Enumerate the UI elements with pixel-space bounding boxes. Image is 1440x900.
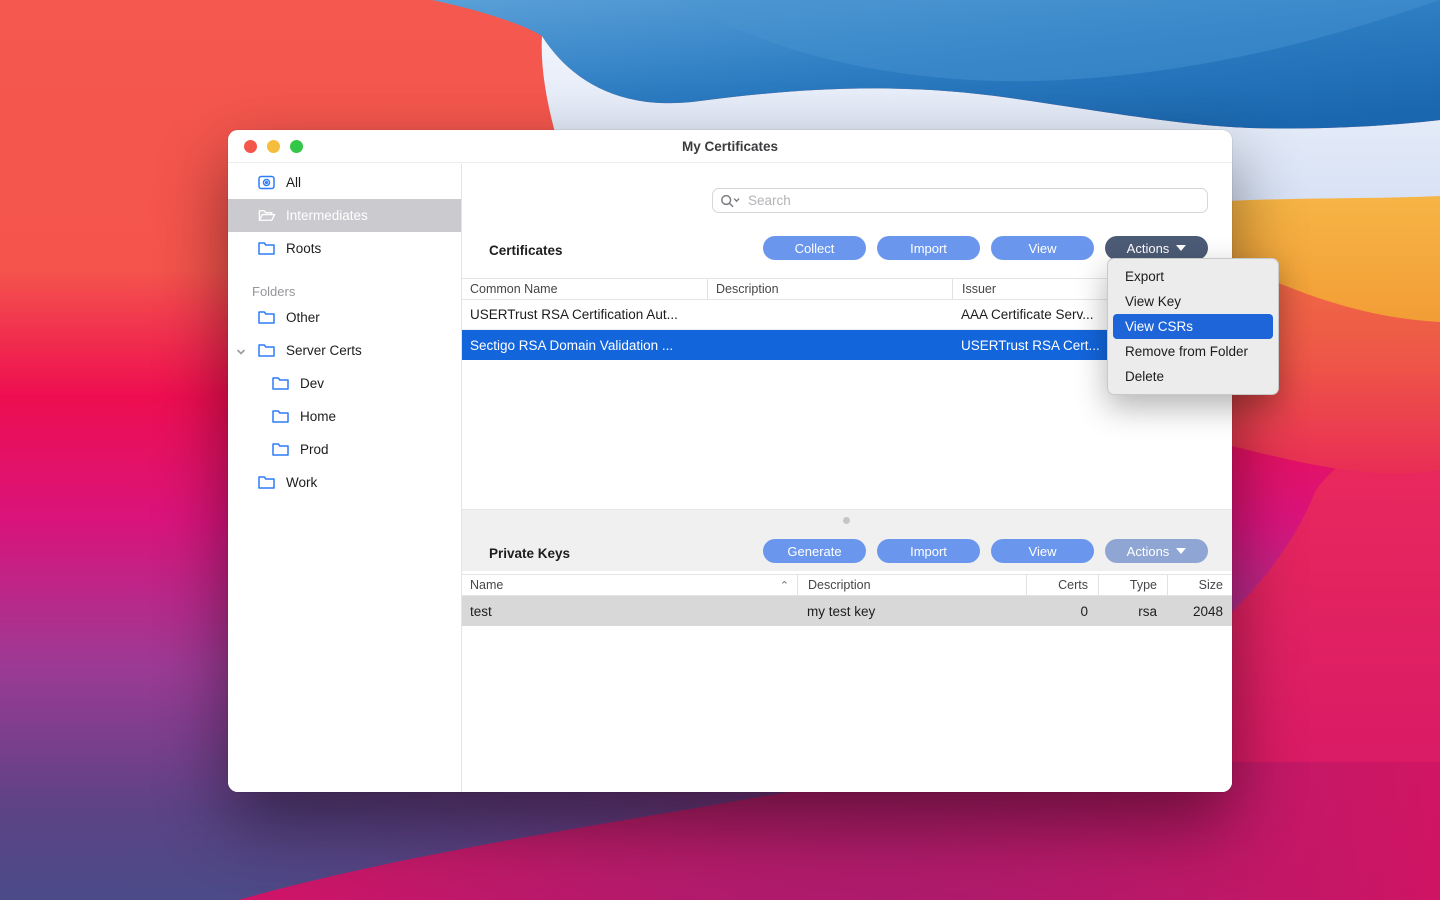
folder-icon bbox=[272, 442, 290, 457]
chevron-down-icon[interactable] bbox=[236, 345, 245, 354]
menu-item-export[interactable]: Export bbox=[1113, 264, 1273, 289]
search-input[interactable] bbox=[742, 189, 1207, 212]
sidebar-folder-label: Server Certs bbox=[286, 343, 362, 358]
collect-button[interactable]: Collect bbox=[763, 236, 866, 260]
sidebar-folder-label: Dev bbox=[300, 376, 324, 391]
sort-ascending-icon[interactable]: ⌃ bbox=[780, 579, 789, 592]
private-keys-section-title: Private Keys bbox=[489, 546, 570, 561]
caret-down-icon bbox=[1176, 548, 1186, 554]
private-keys-toolbar: Generate Import View Actions bbox=[763, 539, 1208, 563]
actions-dropdown-button[interactable]: Actions bbox=[1105, 236, 1208, 260]
titlebar[interactable]: My Certificates bbox=[228, 130, 1232, 163]
zoom-button[interactable] bbox=[290, 140, 303, 153]
search-field bbox=[712, 188, 1208, 213]
cell-name: test bbox=[462, 596, 797, 626]
search-icon[interactable] bbox=[720, 194, 742, 208]
close-button[interactable] bbox=[244, 140, 257, 153]
sidebar-item-all[interactable]: All bbox=[228, 166, 461, 199]
sidebar-folder-work[interactable]: Work bbox=[228, 466, 461, 499]
cell-size: 2048 bbox=[1167, 596, 1232, 626]
traffic-lights bbox=[244, 140, 303, 153]
menu-item-remove-from-folder[interactable]: Remove from Folder bbox=[1113, 339, 1273, 364]
import-button[interactable]: Import bbox=[877, 236, 980, 260]
view-key-button[interactable]: View bbox=[991, 539, 1094, 563]
private-keys-table-header: Name ⌃ Description Certs Type Size bbox=[462, 574, 1232, 596]
column-header-description[interactable]: Description bbox=[797, 575, 1026, 595]
column-header-size[interactable]: Size bbox=[1167, 575, 1232, 595]
menu-item-view-csrs[interactable]: View CSRs bbox=[1113, 314, 1273, 339]
import-key-button[interactable]: Import bbox=[877, 539, 980, 563]
folder-icon bbox=[258, 241, 276, 256]
sidebar-folder-other[interactable]: Other bbox=[228, 301, 461, 334]
cell-common-name: Sectigo RSA Domain Validation ... bbox=[462, 330, 707, 360]
sidebar-item-label: Roots bbox=[286, 241, 321, 256]
sidebar-folder-label: Prod bbox=[300, 442, 329, 457]
column-header-description[interactable]: Description bbox=[707, 279, 952, 299]
folder-icon bbox=[272, 376, 290, 391]
column-header-certs[interactable]: Certs bbox=[1026, 575, 1098, 595]
sidebar-folder-dev[interactable]: Dev bbox=[228, 367, 461, 400]
sidebar-folder-label: Other bbox=[286, 310, 320, 325]
sidebar-item-label: All bbox=[286, 175, 301, 190]
key-actions-dropdown-button[interactable]: Actions bbox=[1105, 539, 1208, 563]
generate-button[interactable]: Generate bbox=[763, 539, 866, 563]
sidebar-folder-home[interactable]: Home bbox=[228, 400, 461, 433]
desktop: My Certificates All bbox=[0, 0, 1440, 900]
menu-item-view-key[interactable]: View Key bbox=[1113, 289, 1273, 314]
cell-common-name: USERTrust RSA Certification Aut... bbox=[462, 300, 707, 329]
column-header-common-name[interactable]: Common Name bbox=[462, 279, 707, 299]
sidebar-folder-label: Home bbox=[300, 409, 336, 424]
my-certificates-window: My Certificates All bbox=[228, 130, 1232, 792]
badge-icon bbox=[258, 175, 276, 190]
actions-context-menu: Export View Key View CSRs Remove from Fo… bbox=[1107, 258, 1279, 395]
view-button[interactable]: View bbox=[991, 236, 1094, 260]
window-title: My Certificates bbox=[682, 139, 778, 154]
caret-down-icon bbox=[1176, 245, 1186, 251]
certificates-toolbar: Collect Import View Actions bbox=[763, 236, 1208, 260]
column-header-name[interactable]: Name ⌃ bbox=[462, 575, 797, 595]
menu-item-delete[interactable]: Delete bbox=[1113, 364, 1273, 389]
folder-icon bbox=[258, 475, 276, 490]
private-key-row[interactable]: test my test key 0 rsa 2048 bbox=[462, 596, 1232, 626]
folder-icon bbox=[272, 409, 290, 424]
cell-certs: 0 bbox=[1026, 596, 1098, 626]
folders-section-header: Folders bbox=[228, 281, 461, 301]
minimize-button[interactable] bbox=[267, 140, 280, 153]
folder-icon bbox=[258, 343, 276, 358]
sidebar-item-label: Intermediates bbox=[286, 208, 368, 223]
sidebar-item-roots[interactable]: Roots bbox=[228, 232, 461, 265]
cell-description: my test key bbox=[797, 596, 1026, 626]
splitter-handle[interactable] bbox=[843, 517, 850, 524]
cell-description bbox=[707, 330, 952, 360]
column-header-type[interactable]: Type bbox=[1098, 575, 1167, 595]
sidebar: All Intermediates Roots bbox=[228, 164, 462, 792]
cell-description bbox=[707, 300, 952, 329]
sidebar-folder-label: Work bbox=[286, 475, 317, 490]
folder-open-icon bbox=[258, 208, 276, 223]
folder-icon bbox=[258, 310, 276, 325]
sidebar-item-intermediates[interactable]: Intermediates bbox=[228, 199, 461, 232]
cell-type: rsa bbox=[1098, 596, 1167, 626]
sidebar-folder-server-certs[interactable]: Server Certs bbox=[228, 334, 461, 367]
sidebar-folder-prod[interactable]: Prod bbox=[228, 433, 461, 466]
certificates-section-title: Certificates bbox=[489, 243, 563, 258]
